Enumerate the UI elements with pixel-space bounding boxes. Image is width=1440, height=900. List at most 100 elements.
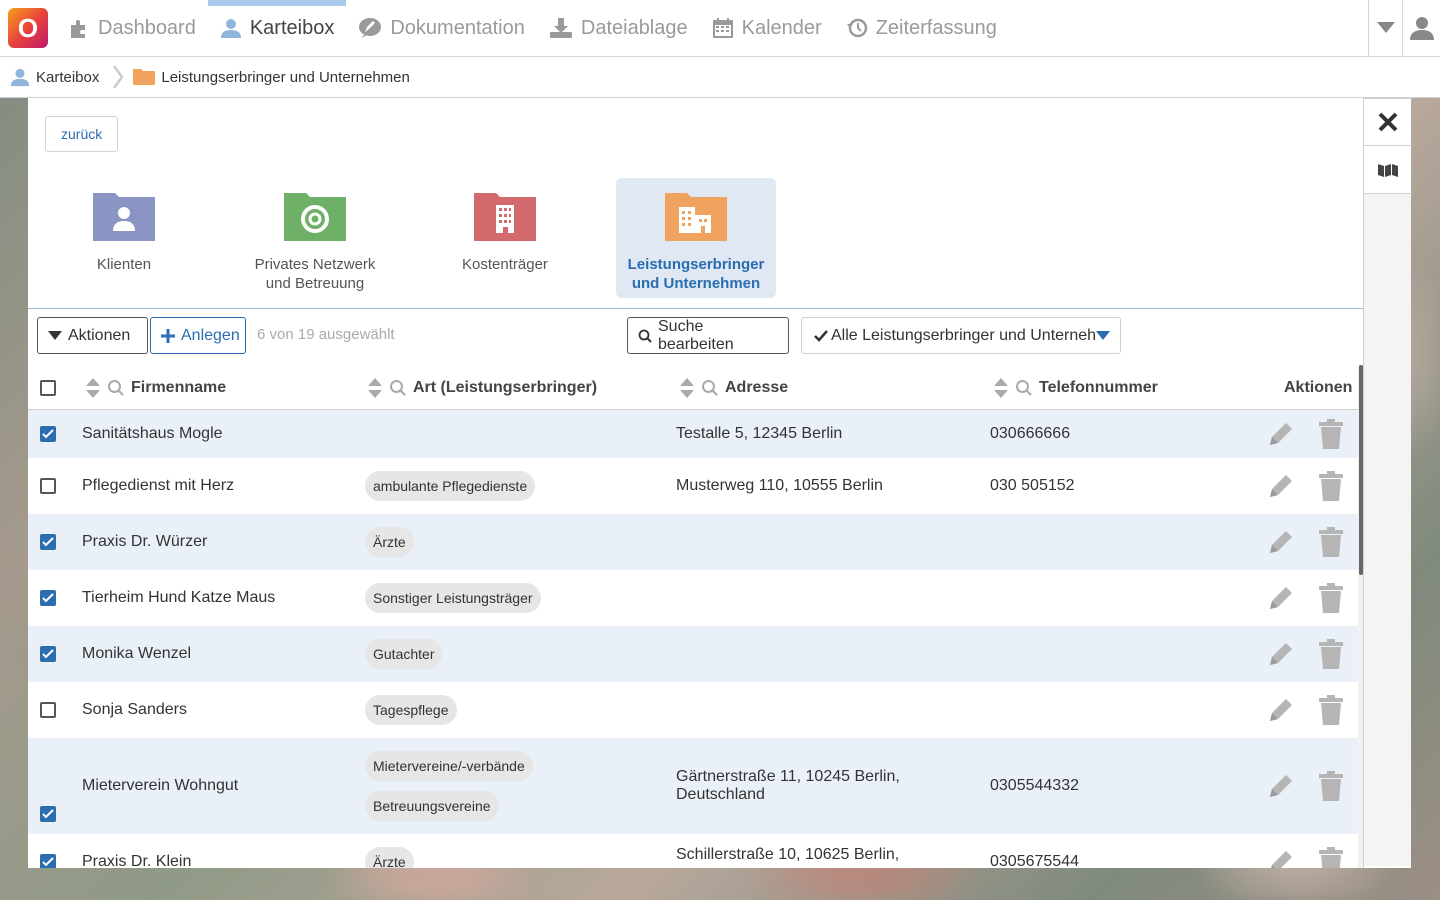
breadcrumb-item-leistungserbringer[interactable]: Leistungserbringer und Unternehmen [133,69,410,86]
type-tag: Tagespflege [365,695,457,725]
category-klienten[interactable]: Klienten [44,178,204,298]
column-label: Telefonnummer [1039,378,1158,396]
cell-address [676,514,926,570]
cell-company-name[interactable]: Monika Wenzel [82,626,191,682]
selection-count: 6 von 19 ausgewählt [257,326,395,343]
folder-lifebuoy-icon [284,193,346,241]
type-tag: Ärzte [365,527,414,557]
breadcrumb-item-karteibox[interactable]: Karteibox [10,67,99,87]
row-checkbox[interactable] [40,682,56,738]
history-icon [846,17,868,39]
nav-kalender[interactable]: Kalender [700,0,834,57]
cell-address [676,626,926,682]
row-checkbox[interactable] [40,458,56,514]
row-checkbox[interactable] [40,570,56,626]
table-row[interactable]: Tierheim Hund Katze Maus Sonstiger Leistu… [28,570,1359,626]
nav-dokumentation[interactable]: Dokumentation [346,0,537,57]
cell-type-tags: Ärzte [365,834,414,868]
cell-company-name[interactable]: Mieterverein Wohngut [82,738,238,834]
more-dropdown-button[interactable] [1368,0,1402,57]
cell-phone: 030 505152 [990,477,1075,494]
create-button[interactable]: Anlegen [150,317,246,354]
filter-dropdown[interactable]: Alle Leistungserbringer und Unterneh [801,317,1121,354]
category-privates-netzwerk[interactable]: Privates Netzwerk und Betreuung [235,178,395,298]
delete-icon[interactable] [1318,471,1344,501]
column-header-type[interactable]: Art (Leistungserbringer) [367,365,597,410]
checkbox-box [40,590,56,606]
create-label: Anlegen [181,326,240,344]
edit-icon[interactable] [1266,419,1296,449]
type-tag: Mietervereine/-verbände [365,751,533,781]
table-row[interactable]: Monika Wenzel Gutachter [28,626,1359,682]
row-checkbox[interactable] [40,626,56,682]
delete-icon[interactable] [1318,771,1344,801]
cell-company-name[interactable]: Praxis Dr. Würzer [82,514,207,570]
delete-icon[interactable] [1318,847,1344,868]
table-row[interactable]: Praxis Dr. Würzer Ärzte [28,514,1359,570]
edit-search-label: Suche bearbeiten [658,317,734,353]
category-kostentraeger[interactable]: Kostenträger [425,178,585,298]
map-button[interactable] [1364,146,1412,194]
type-tag: Gutachter [365,639,443,669]
edit-icon[interactable] [1266,527,1296,557]
cell-company-name[interactable]: Pflegedienst mit Herz [82,458,234,514]
edit-icon[interactable] [1266,695,1296,725]
nav-karteibox[interactable]: Karteibox [207,0,347,57]
breadcrumb: Karteibox Leistungserbringer und Unterne… [0,57,1440,98]
row-checkbox[interactable] [40,834,56,868]
type-tag: ambulante Pflegedienste [365,471,536,501]
row-checkbox[interactable] [40,410,56,458]
category-label: Privates Netzwerk und Betreuung [254,256,376,292]
cell-company-name[interactable]: Praxis Dr. Klein [82,834,191,868]
edit-icon[interactable] [1266,471,1296,501]
caret-down-icon [1376,22,1395,33]
checkbox-box [40,806,56,822]
table-row[interactable]: Sonja Sanders Tagespflege [28,682,1359,738]
edit-icon[interactable] [1266,771,1296,801]
delete-icon[interactable] [1318,639,1344,669]
delete-icon[interactable] [1318,695,1344,725]
column-header-address[interactable]: Adresse [679,365,788,410]
cell-company-name[interactable]: Sonja Sanders [82,682,187,738]
user-icon [1409,17,1434,40]
logo-letter: O [17,12,39,43]
nav-dateiablage-label: Dateiablage [580,16,688,39]
column-label: Adresse [725,378,789,396]
calendar-icon [712,17,734,39]
sidebar-area [1364,194,1411,866]
edit-icon[interactable] [1266,583,1296,613]
table-row[interactable]: Mieterverein Wohngut Mietervereine/-verbä… [28,738,1359,834]
cell-type-tags: Gutachter [365,626,443,682]
edit-icon[interactable] [1266,847,1296,868]
table-row[interactable]: Praxis Dr. Klein Ärzte Schillerstraße 10, … [28,834,1359,868]
app-logo[interactable]: O [8,8,48,48]
table-row[interactable]: Sanitätshaus Mogle Testalle 5, 12345 Berl… [28,410,1359,458]
delete-icon[interactable] [1318,527,1344,557]
category-label: Klienten [96,256,152,273]
delete-icon[interactable] [1318,419,1344,449]
cell-address: Schillerstraße 10, 10625 Berlin, [676,846,900,863]
edit-icon[interactable] [1266,639,1296,669]
nav-kalender-label: Kalender [741,16,822,39]
back-button[interactable]: zurück [45,116,119,152]
user-menu-button[interactable] [1402,0,1440,57]
nav-zeiterfassung[interactable]: Zeiterfassung [834,0,1009,57]
checkbox-box [40,702,56,718]
checkbox-box [40,478,56,494]
row-actions [1266,682,1344,738]
cell-company-name[interactable]: Tierheim Hund Katze Maus [82,570,275,626]
column-header-phone[interactable]: Telefonnummer [993,365,1158,410]
category-leistungserbringer[interactable]: Leistungserbringer und Unternehmen [616,178,776,298]
close-button[interactable] [1364,98,1412,146]
column-header-name[interactable]: Firmenname [85,365,226,410]
edit-search-button[interactable]: Suche bearbeiten [627,317,789,354]
cell-phone: 0305675544 [990,853,1079,868]
select-all-checkbox[interactable] [40,365,56,410]
row-checkbox[interactable] [40,514,56,570]
delete-icon[interactable] [1318,583,1344,613]
table-row[interactable]: Pflegedienst mit Herz ambulante Pflegedie… [28,458,1359,514]
actions-dropdown-button[interactable]: Aktionen [37,317,148,354]
cell-company-name[interactable]: Sanitätshaus Mogle [82,410,223,458]
nav-dateiablage[interactable]: Dateiablage [537,0,700,57]
nav-dashboard[interactable]: Dashboard [56,0,208,57]
